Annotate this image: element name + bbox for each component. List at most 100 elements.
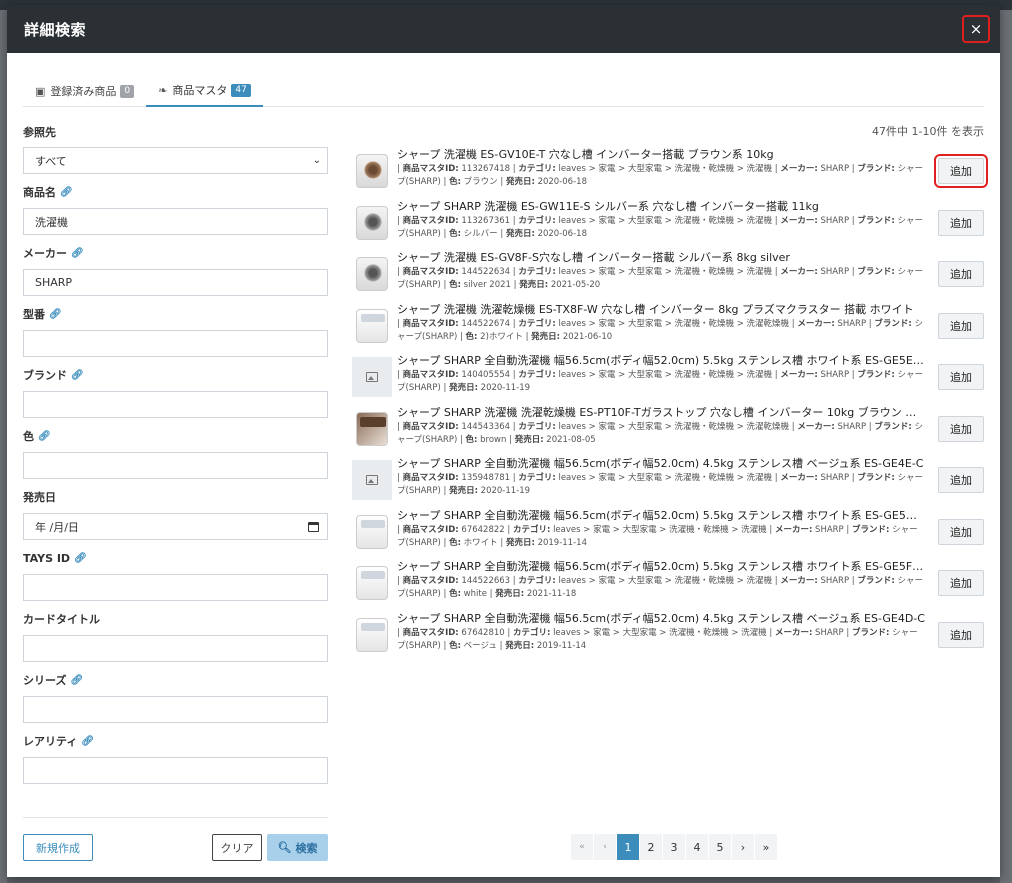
page-link[interactable]: › (732, 834, 755, 860)
product-thumbnail (352, 512, 392, 552)
add-button[interactable]: 追加 (934, 154, 988, 188)
washer-image (356, 205, 388, 240)
meta-id: 144522634 (461, 267, 511, 277)
card-title-input[interactable] (23, 635, 328, 662)
link-icon: 🔗︎ (74, 552, 87, 564)
result-row: シャープ 洗濯機 洗濯乾燥機 ES-TX8F-W 穴なし槽 インバーター 8kg… (352, 302, 984, 354)
name-input[interactable]: 洗濯機 (23, 208, 328, 235)
series-label: シリーズ 🔗︎ (23, 670, 328, 690)
washer-image (356, 154, 388, 188)
meta-maker: SHARP (815, 524, 844, 535)
meta-id: 144543364 (461, 421, 511, 432)
result-title[interactable]: シャープ SHARP 全自動洗濯機 幅56.5cm(ボディ幅52.0cm) 5.… (397, 353, 925, 369)
tays-id-input[interactable] (23, 574, 328, 601)
thumbnail-placeholder (352, 460, 392, 500)
result-body: シャープ SHARP 全自動洗濯機 幅56.5cm(ボディ幅52.0cm) 5.… (397, 559, 925, 601)
result-title[interactable]: シャープ 洗濯機 洗濯乾燥機 ES-TX8F-W 穴なし槽 インバーター 8kg… (397, 302, 925, 318)
page-link[interactable]: 3 (663, 834, 686, 860)
add-button[interactable]: 追加 (938, 621, 984, 648)
washer-image (356, 566, 388, 600)
link-icon: 🔗︎ (71, 247, 84, 259)
close-button[interactable]: × (962, 15, 990, 43)
calendar-icon[interactable] (308, 521, 319, 532)
result-meta: | 商品マスタID: 144522634 | カテゴリ: leaves > 家電… (397, 267, 923, 290)
meta-maker: SHARP (837, 421, 867, 432)
modal-header: 詳細検索 × (7, 5, 1000, 53)
result-title[interactable]: シャープ SHARP 全自動洗濯機 幅56.5cm(ボディ幅52.0cm) 4.… (397, 611, 925, 627)
result-title[interactable]: シャープ 洗濯機 ES-GV10E-T 穴なし槽 インバーター搭載 ブラウン系 … (397, 147, 925, 163)
page-link[interactable]: » (755, 834, 778, 860)
result-title[interactable]: シャープ SHARP 全自動洗濯機 幅56.5cm(ボディ幅52.0cm) 5.… (397, 559, 925, 575)
brand-input[interactable] (23, 391, 328, 418)
filter-footer: 新規作成 クリア 🔍︎ 検索 (23, 817, 328, 861)
reference-select[interactable]: すべて ⌄ (23, 147, 328, 174)
add-button[interactable]: 追加 (938, 518, 984, 545)
page-link[interactable]: « (571, 834, 594, 860)
washer-image (356, 411, 388, 446)
meta-category: leaves > 家電 > 大型家電 > 洗濯機・乾燥機 > 洗濯乾燥機 (558, 318, 790, 329)
result-meta: | 商品マスタID: 144522663 | カテゴリ: leaves > 家電… (397, 576, 923, 599)
page-link[interactable]: 4 (686, 834, 709, 860)
tab-registered-products[interactable]: ▣ 登録済み商品 0 (23, 75, 146, 107)
tab-product-master[interactable]: ❧ 商品マスタ 47 (146, 75, 263, 107)
washer-image (356, 308, 388, 343)
meta-category: leaves > 家電 > 大型家電 > 洗濯機・乾燥機 > 洗濯機 (553, 627, 767, 638)
name-label-text: 商品名 (23, 186, 56, 199)
leaf-icon: ❧ (158, 83, 168, 97)
page-link[interactable]: ‹ (594, 834, 617, 860)
meta-category: leaves > 家電 > 大型家電 > 洗濯機・乾燥機 > 洗濯機 (558, 370, 773, 380)
meta-category: leaves > 家電 > 大型家電 > 洗濯機・乾燥機 > 洗濯機 (558, 267, 773, 277)
reference-value: すべて (35, 154, 67, 168)
meta-date: 2020-11-19 (480, 486, 531, 496)
meta-maker: SHARP (820, 164, 850, 174)
meta-date: 2019-11-14 (536, 640, 587, 651)
color-input[interactable] (23, 452, 328, 479)
model-input[interactable] (23, 330, 328, 357)
tab-label: 商品マスタ (172, 84, 228, 97)
meta-category: leaves > 家電 > 大型家電 > 洗濯機・乾燥機 > 洗濯機 (558, 473, 773, 483)
new-button[interactable]: 新規作成 (23, 834, 93, 861)
meta-id: 135948781 (461, 473, 511, 483)
search-button[interactable]: 🔍︎ 検索 (267, 834, 328, 861)
result-meta: | 商品マスタID: 140405554 | カテゴリ: leaves > 家電… (397, 370, 923, 393)
washer-image (356, 514, 388, 549)
result-body: シャープ 洗濯機 ES-GV10E-T 穴なし槽 インバーター搭載 ブラウン系 … (397, 147, 925, 189)
brand-label-text: ブランド (23, 369, 67, 382)
add-button[interactable]: 追加 (938, 364, 984, 390)
page-link[interactable]: 2 (640, 834, 663, 860)
result-title[interactable]: シャープ SHARP 洗濯機 洗濯乾燥機 ES-PT10F-Tガラストップ 穴な… (397, 405, 925, 421)
result-title[interactable]: シャープ SHARP 全自動洗濯機 幅56.5cm(ボディ幅52.0cm) 4.… (397, 456, 925, 472)
add-button[interactable]: 追加 (938, 261, 984, 287)
result-row: シャープ SHARP 全自動洗濯機 幅56.5cm(ボディ幅52.0cm) 5.… (352, 559, 984, 611)
page-link[interactable]: 5 (709, 834, 732, 860)
rarity-label: レアリティ 🔗︎ (23, 731, 328, 751)
series-input[interactable] (23, 696, 328, 723)
result-meta: | 商品マスタID: 144522674 | カテゴリ: leaves > 家電… (397, 318, 923, 342)
add-button[interactable]: 追加 (938, 209, 984, 236)
add-button[interactable]: 追加 (938, 312, 984, 339)
page-link[interactable]: 1 (617, 834, 640, 860)
add-button[interactable]: 追加 (938, 570, 984, 596)
result-row: シャープ SHARP 全自動洗濯機 幅56.5cm(ボディ幅52.0cm) 5.… (352, 353, 984, 405)
results-list: シャープ 洗濯機 ES-GV10E-T 穴なし槽 インバーター搭載 ブラウン系 … (352, 147, 988, 662)
result-title[interactable]: シャープ 洗濯機 ES-GV8F-S穴なし槽 インバーター搭載 シルバー系 8k… (397, 250, 925, 266)
rarity-input[interactable] (23, 757, 328, 784)
release-date-value: 年 /月/日 (35, 520, 79, 534)
pagination: «‹ 1 2 3 4 5 ›» (571, 834, 778, 860)
meta-maker: SHARP (815, 627, 844, 638)
release-date-input[interactable]: 年 /月/日 (23, 513, 328, 540)
meta-maker: SHARP (820, 215, 850, 226)
result-body: シャープ SHARP 全自動洗濯機 幅56.5cm(ボディ幅52.0cm) 4.… (397, 456, 925, 498)
meta-maker: SHARP (837, 318, 867, 329)
result-title[interactable]: シャープ SHARP 全自動洗濯機 幅56.5cm(ボディ幅52.0cm) 5.… (397, 508, 925, 524)
meta-color: white (463, 589, 487, 599)
maker-input[interactable]: SHARP (23, 269, 328, 296)
add-button[interactable]: 追加 (938, 467, 984, 493)
modal-title: 詳細検索 (24, 20, 87, 39)
clear-button[interactable]: クリア (212, 834, 262, 861)
result-title[interactable]: シャープ SHARP 洗濯機 ES-GW11E-S シルバー系 穴なし槽 インバ… (397, 199, 925, 215)
rarity-label-text: レアリティ (23, 735, 78, 748)
result-body: シャープ 洗濯機 洗濯乾燥機 ES-TX8F-W 穴なし槽 インバーター 8kg… (397, 302, 925, 344)
meta-color: ベージュ (463, 640, 497, 651)
add-button[interactable]: 追加 (938, 415, 984, 442)
